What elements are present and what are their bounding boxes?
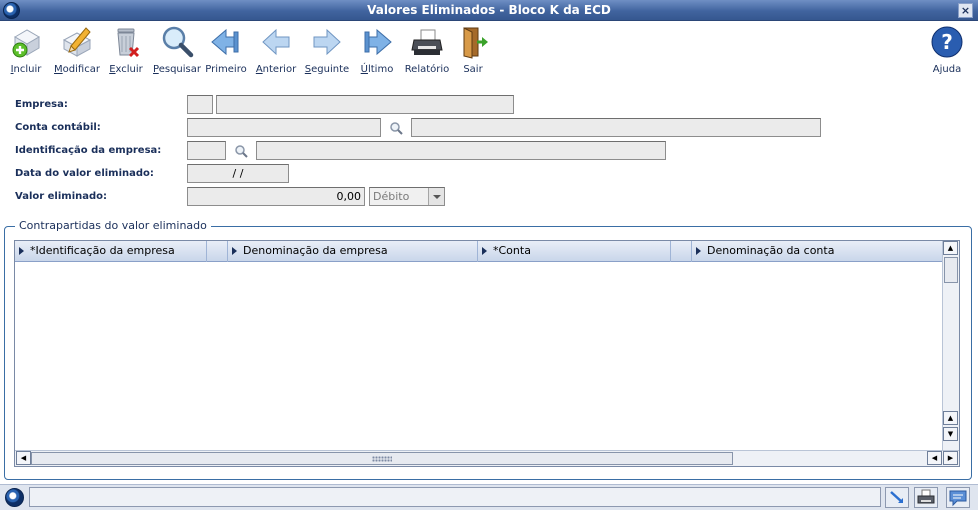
scroll-left-right-button[interactable]: ◀ — [927, 451, 942, 465]
exit-door-icon — [463, 27, 488, 59]
conta-contabil-label: Conta contábil: — [15, 122, 101, 133]
help-question-icon: ? — [931, 26, 963, 58]
column-arrow-icon — [19, 247, 24, 255]
column-arrow-icon — [482, 247, 487, 255]
previous-record-icon — [262, 28, 290, 56]
ultimo-button[interactable]: Último — [352, 24, 402, 75]
valor-tipo-selected: Débito — [373, 190, 410, 203]
next-record-icon — [313, 28, 341, 56]
modificar-label: Modificar — [54, 64, 100, 75]
svg-text:?: ? — [941, 30, 953, 54]
relatorio-label: Relatório — [404, 64, 450, 75]
conta-contabil-search-icon[interactable] — [389, 121, 403, 135]
add-document-icon — [12, 29, 40, 58]
window-title: Valores Eliminados - Bloco K da ECD — [367, 3, 611, 17]
horizontal-scrollbar[interactable]: ◀ ◀ ▶ — [15, 450, 959, 466]
conta-contabil-code-field[interactable] — [187, 118, 381, 137]
primeiro-label: Primeiro — [205, 64, 247, 75]
printer-icon — [917, 489, 935, 504]
conta-contabil-name-field — [411, 118, 821, 137]
grip-icon — [372, 456, 392, 462]
data-valor-label: Data do valor eliminado: — [15, 168, 154, 179]
scroll-left-button[interactable]: ◀ — [16, 451, 31, 465]
anterior-label: Anterior — [255, 64, 297, 75]
relatorio-button[interactable]: Relatório — [402, 24, 452, 75]
vertical-scroll-thumb[interactable] — [944, 257, 958, 283]
column-identificacao-empresa[interactable]: *Identificação da empresa — [15, 241, 207, 262]
globe-icon[interactable] — [5, 488, 24, 507]
identificacao-empresa-label: Identificação da empresa: — [15, 145, 162, 156]
ajuda-label: Ajuda — [932, 64, 962, 75]
identificacao-empresa-search-icon[interactable] — [234, 144, 248, 158]
edit-pencil-icon — [62, 27, 92, 57]
column-denominacao-empresa[interactable]: Denominação da empresa — [228, 241, 478, 262]
trash-delete-icon — [117, 28, 140, 58]
toolbar: Incluir Modificar Excluir Pesquisar Prim… — [0, 22, 978, 81]
column-denominacao-conta[interactable]: Denominação da conta — [692, 241, 943, 262]
resize-arrow-button[interactable] — [885, 487, 909, 508]
modificar-button[interactable]: Modificar — [52, 24, 102, 75]
pesquisar-label: Pesquisar — [153, 64, 201, 75]
contrapartidas-title: Contrapartidas do valor eliminado — [15, 219, 211, 232]
incluir-button[interactable]: Incluir — [1, 24, 51, 75]
sair-label: Sair — [463, 64, 483, 75]
horizontal-scroll-thumb[interactable] — [31, 452, 733, 465]
identificacao-empresa-name-field — [256, 141, 666, 160]
messages-button[interactable] — [946, 487, 970, 508]
column-conta[interactable]: *Conta — [478, 241, 671, 262]
scroll-up-bottom-button[interactable]: ▲ — [943, 411, 958, 425]
ultimo-label: Último — [360, 64, 394, 75]
valor-eliminado-field[interactable]: 0,00 — [187, 187, 365, 206]
valor-eliminado-label: Valor eliminado: — [15, 191, 108, 202]
empresa-code-field[interactable] — [187, 95, 213, 114]
empresa-name-field — [216, 95, 514, 114]
vertical-scrollbar[interactable]: ▲ ▲ ▼ — [942, 241, 959, 451]
status-bar — [0, 484, 978, 510]
column-spacer — [671, 241, 692, 262]
column-spacer — [207, 241, 228, 262]
print-status-button[interactable] — [914, 487, 938, 508]
grid-header: *Identificação da empresa Denominação da… — [15, 241, 943, 262]
contrapartidas-grid: *Identificação da empresa Denominação da… — [14, 240, 960, 467]
last-record-icon — [364, 28, 392, 56]
excluir-button[interactable]: Excluir — [101, 24, 151, 75]
status-message — [29, 487, 881, 507]
scroll-right-button[interactable]: ▶ — [943, 451, 958, 465]
empresa-label: Empresa: — [15, 99, 68, 110]
printer-icon — [411, 29, 443, 55]
column-arrow-icon — [232, 247, 237, 255]
identificacao-empresa-code-field[interactable] — [187, 141, 226, 160]
title-bar: Valores Eliminados - Bloco K da ECD × — [0, 0, 978, 21]
scroll-down-button[interactable]: ▼ — [943, 427, 958, 441]
data-valor-field[interactable]: / / — [187, 164, 289, 183]
seguinte-button[interactable]: Seguinte — [302, 24, 352, 75]
excluir-label: Excluir — [109, 64, 143, 75]
anterior-button[interactable]: Anterior — [251, 24, 301, 75]
column-arrow-icon — [696, 247, 701, 255]
diagonal-arrow-icon — [890, 491, 903, 503]
pesquisar-button[interactable]: Pesquisar — [152, 24, 202, 75]
first-record-icon — [211, 28, 239, 56]
chat-bubble-icon — [949, 490, 967, 507]
seguinte-label: Seguinte — [304, 64, 350, 75]
chevron-down-icon[interactable] — [428, 188, 444, 205]
valor-tipo-select[interactable]: Débito — [369, 187, 445, 206]
primeiro-button[interactable]: Primeiro — [201, 24, 251, 75]
ajuda-button[interactable]: ? Ajuda — [922, 24, 972, 75]
close-button[interactable]: × — [958, 3, 973, 18]
magnifier-icon — [162, 26, 194, 58]
sair-button[interactable]: Sair — [448, 24, 498, 75]
incluir-label: Incluir — [10, 64, 42, 75]
scroll-up-button[interactable]: ▲ — [943, 241, 958, 255]
